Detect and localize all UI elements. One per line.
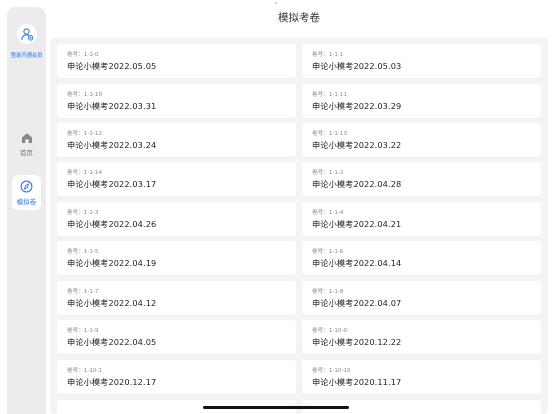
paper-card[interactable]: 卷号：1-1-0 申论小模考2022.05.05 <box>57 44 296 78</box>
paper-name: 申论小模考2022.03.17 <box>67 179 157 189</box>
paper-name: 申论小模考2022.05.05 <box>67 61 157 71</box>
paper-name: 申论小模考2022.04.14 <box>312 258 402 268</box>
paper-card[interactable]: 卷号：1-1-3 申论小模考2022.04.26 <box>57 202 296 236</box>
paper-card[interactable]: 卷号：1-1-8 申论小模考2022.04.07 <box>302 281 541 315</box>
paper-code: 卷号：1-1-1 <box>312 52 344 58</box>
login-entry[interactable]: 登录开通会员 <box>7 24 46 59</box>
paper-name: 申论小模考2022.03.24 <box>67 140 157 150</box>
paper-name: 申论小模考2022.04.28 <box>312 179 402 189</box>
paper-card[interactable]: 卷号：1-10-0 申论小模考2020.12.22 <box>302 320 541 354</box>
paper-code: 卷号：1-1-8 <box>312 289 344 295</box>
home-indicator[interactable] <box>203 406 349 409</box>
paper-name: 申论小模考2022.03.22 <box>312 140 402 150</box>
paper-name: 申论小模考2020.12.22 <box>312 337 402 347</box>
paper-code: 卷号：1-10-1 <box>67 368 103 374</box>
paper-code: 卷号：1-1-11 <box>312 92 348 98</box>
paper-name: 申论小模考2020.11.17 <box>312 377 402 387</box>
paper-name: 申论小模考2020.12.17 <box>67 377 157 387</box>
paper-list: 卷号：1-1-0 申论小模考2022.05.05 卷号：1-1-1 申论小模考2… <box>50 38 548 414</box>
paper-code: 卷号：1-10-10 <box>312 368 351 374</box>
paper-name: 申论小模考2022.04.19 <box>67 258 157 268</box>
paper-code: 卷号：1-1-4 <box>312 210 344 216</box>
paper-name: 申论小模考2022.03.31 <box>67 101 157 111</box>
paper-name: 申论小模考2022.04.07 <box>312 298 402 308</box>
paper-card[interactable]: 卷号：1-1-2 申论小模考2022.04.28 <box>302 162 541 196</box>
paper-name: 申论小模考2022.04.05 <box>67 337 157 347</box>
paper-name: 申论小模考2022.04.12 <box>67 298 157 308</box>
sidebar: 登录开通会员 首页 模拟卷 <box>7 7 46 414</box>
paper-card[interactable]: 卷号：1-10-1 申论小模考2020.12.17 <box>57 360 296 394</box>
paper-code: 卷号：1-1-6 <box>312 249 344 255</box>
paper-name: 申论小模考2022.04.26 <box>67 219 157 229</box>
paper-card[interactable]: 卷号：1-1-9 申论小模考2022.04.05 <box>57 320 296 354</box>
paper-card[interactable]: 卷号：1-1-13 申论小模考2022.03.22 <box>302 123 541 157</box>
paper-code: 卷号：1-1-3 <box>67 210 99 216</box>
paper-card[interactable]: 卷号：1-1-5 申论小模考2022.04.19 <box>57 241 296 275</box>
paper-card[interactable]: 卷号：1-1-1 申论小模考2022.05.03 <box>302 44 541 78</box>
paper-code: 卷号：1-10-0 <box>312 328 348 334</box>
paper-card[interactable]: 卷号：1-1-4 申论小模考2022.04.21 <box>302 202 541 236</box>
paper-code: 卷号：1-1-14 <box>67 170 103 176</box>
page-title: 模拟考卷 <box>278 12 320 24</box>
compass-icon <box>20 180 33 193</box>
paper-code: 卷号：1-1-7 <box>67 289 99 295</box>
paper-card[interactable]: 卷号：1-1-12 申论小模考2022.03.24 <box>57 123 296 157</box>
paper-card[interactable]: 卷号：1-1-14 申论小模考2022.03.17 <box>57 162 296 196</box>
page-title-bar: 模拟考卷 <box>46 0 552 38</box>
avatar[interactable] <box>16 24 37 44</box>
paper-card[interactable]: 卷号：1-1-10 申论小模考2022.03.31 <box>57 84 296 118</box>
paper-card[interactable]: 卷号：1-10-10 申论小模考2020.11.17 <box>302 360 541 394</box>
paper-name: 申论小模考2022.04.21 <box>312 219 402 229</box>
paper-card[interactable]: 卷号：1-1-7 申论小模考2022.04.12 <box>57 281 296 315</box>
paper-code: 卷号：1-1-13 <box>312 131 348 137</box>
paper-code: 卷号：1-1-10 <box>67 92 103 98</box>
paper-card[interactable]: 卷号：1-1-11 申论小模考2022.03.29 <box>302 84 541 118</box>
paper-code: 卷号：1-1-12 <box>67 131 103 137</box>
paper-code: 卷号：1-1-2 <box>312 170 344 176</box>
user-icon <box>20 28 33 41</box>
paper-name: 申论小模考2022.05.03 <box>312 61 402 71</box>
paper-code: 卷号：1-1-5 <box>67 249 99 255</box>
sidebar-item-label: 首页 <box>20 149 33 157</box>
login-text[interactable]: 登录开通会员 <box>7 51 46 59</box>
sidebar-item-home[interactable]: 首页 <box>12 127 41 161</box>
paper-code: 卷号：1-1-9 <box>67 328 99 334</box>
paper-name: 申论小模考2022.03.29 <box>312 101 402 111</box>
sidebar-item-mock-exam[interactable]: 模拟卷 <box>12 175 41 210</box>
sidebar-item-label: 模拟卷 <box>16 198 37 206</box>
home-icon <box>21 133 32 143</box>
paper-code: 卷号：1-1-0 <box>67 52 99 58</box>
paper-card[interactable]: 卷号：1-1-6 申论小模考2022.04.14 <box>302 241 541 275</box>
